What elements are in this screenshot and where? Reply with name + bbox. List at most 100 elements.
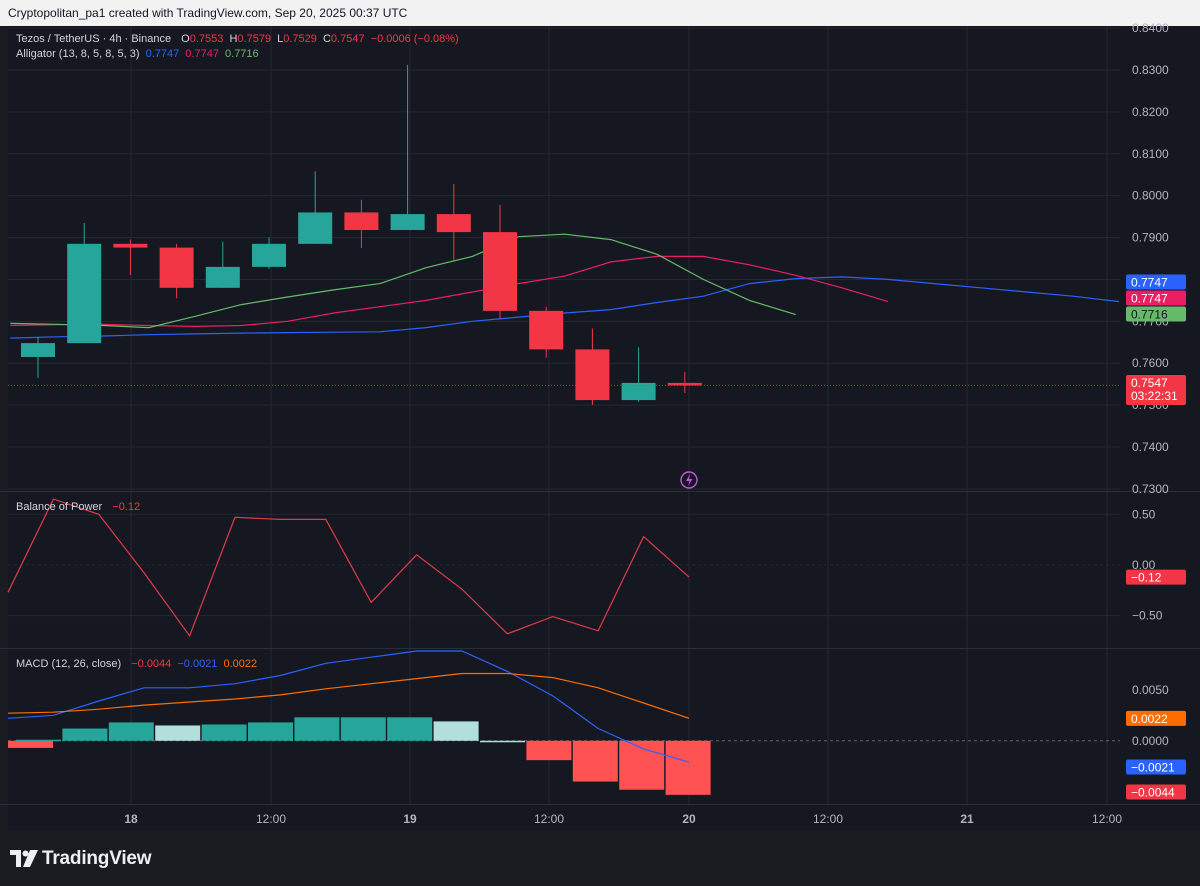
- ohlc-low: L0.7529: [277, 33, 317, 45]
- macd-histogram-bar: [62, 728, 108, 741]
- time-tick-label: 19: [403, 812, 417, 826]
- bop-label: Balance of Power: [16, 501, 103, 513]
- time-tick-label: 12:00: [256, 812, 286, 826]
- candle: [575, 328, 610, 406]
- candle: [67, 222, 102, 344]
- time-tick-label: 12:00: [813, 812, 843, 826]
- bop-tick-label: −0.50: [1132, 609, 1163, 623]
- macd-histogram-bar: [108, 722, 154, 741]
- ohlc-close: C0.7547: [322, 33, 365, 45]
- ohlc-open: O0.7553: [181, 33, 224, 45]
- price-tick-label: 0.8000: [1132, 189, 1169, 203]
- price-tick-label: 0.8400: [1132, 21, 1169, 35]
- candle-body: [205, 266, 240, 288]
- macd-histogram-bar: [248, 722, 293, 741]
- candle: [113, 239, 148, 276]
- macd-histogram-bar: [8, 740, 53, 748]
- price-tick-label: 0.7400: [1132, 440, 1169, 454]
- time-tick-label: 12:00: [534, 812, 564, 826]
- macd-signal-line: [7, 672, 690, 719]
- alligator-line-lips: [10, 233, 796, 329]
- macd-histogram-bar: [340, 717, 386, 741]
- candle-body: [21, 343, 55, 357]
- brand-name: TradingView: [42, 848, 152, 869]
- candle-body: [436, 214, 471, 233]
- bop-value: −0.12: [112, 501, 141, 513]
- candle-body: [529, 310, 564, 350]
- candle-body: [252, 243, 286, 267]
- time-tick-label: 20: [682, 812, 696, 826]
- chart-svg: 0.73000.74000.75000.76000.77000.78000.79…: [0, 21, 1200, 826]
- candle: [529, 306, 564, 358]
- price-tick-label: 0.8300: [1132, 63, 1169, 77]
- tradingview-logo-icon: [10, 850, 38, 867]
- alligator-jaw-value: 0.7747: [145, 48, 180, 60]
- macd-line-value: −0.0021: [177, 658, 218, 670]
- macd-hist-value: −0.0044: [131, 658, 172, 670]
- price-tick-label: 0.8100: [1132, 147, 1169, 161]
- candle-body: [483, 232, 517, 311]
- macd-signal-axis-label-text: 0.0022: [1131, 712, 1168, 726]
- macd-histogram-bar: [480, 740, 525, 743]
- candle: [298, 171, 333, 244]
- macd-histogram-bar: [294, 717, 340, 741]
- bop-tick-label: 0.50: [1132, 507, 1156, 521]
- macd-histogram-bar: [201, 724, 247, 741]
- candle-body: [390, 214, 425, 231]
- alligator-teeth-value: 0.7747: [185, 48, 219, 60]
- last-price-label-text: 0.7547: [1131, 376, 1168, 390]
- price-tick-label: 0.8200: [1132, 105, 1169, 119]
- lips-price-label-text: 0.7716: [1131, 308, 1168, 322]
- price-tick-label: 0.7900: [1132, 231, 1169, 245]
- candle: [390, 64, 425, 231]
- candle-body: [113, 243, 148, 248]
- candle: [621, 347, 656, 402]
- macd-hist-axis-label-text: −0.0044: [1131, 786, 1175, 800]
- alligator-label: Alligator (13, 8, 5, 8, 5, 3): [16, 48, 140, 60]
- macd-histogram-bar: [155, 725, 201, 741]
- macd-histogram-bar: [572, 740, 618, 782]
- macd-histogram-bar: [387, 717, 433, 741]
- macd-histogram-bar: [526, 740, 572, 761]
- alligator-line-teeth: [10, 255, 889, 328]
- candle-body: [667, 382, 702, 386]
- bop-axis-label-text: −0.12: [1131, 571, 1162, 585]
- macd-histogram-bar: [665, 740, 711, 795]
- price-tick-label: 0.7600: [1132, 356, 1169, 370]
- candle-body: [298, 212, 333, 244]
- macd-tick-label: 0.0000: [1132, 734, 1169, 748]
- teeth-price-label-text: 0.7747: [1131, 292, 1168, 306]
- last-price-label-text: 03:22:31: [1131, 389, 1178, 403]
- macd-signal-value: 0.0022: [223, 658, 258, 670]
- symbol-legend: Tezos / TetherUS · 4h · Binance O0.7553 …: [16, 33, 462, 45]
- jaw-price-label-text: 0.7747: [1131, 276, 1168, 290]
- time-tick-label: 21: [960, 812, 974, 826]
- candle-body: [575, 349, 610, 401]
- ohlc-high: H0.7579: [229, 33, 272, 45]
- alligator-legend: Alligator (13, 8, 5, 8, 5, 3) 0.7747 0.7…: [16, 48, 262, 60]
- macd-histogram-bar: [16, 739, 61, 742]
- candle-body: [344, 212, 379, 231]
- time-tick-label: 12:00: [1092, 812, 1122, 826]
- bop-legend: Balance of Power −0.12: [16, 501, 143, 513]
- alligator-lips-value: 0.7716: [225, 48, 259, 60]
- candle: [344, 199, 379, 249]
- macd-histogram-bar: [433, 721, 479, 741]
- candle: [483, 204, 517, 320]
- candle: [21, 336, 55, 378]
- footer: [0, 830, 1200, 886]
- candle: [159, 243, 194, 299]
- candle-body: [67, 243, 102, 344]
- candle-body: [159, 247, 194, 288]
- time-tick-label: 18: [124, 812, 138, 826]
- macd-legend: MACD (12, 26, close) −0.0044 −0.0021 0.0…: [16, 658, 260, 670]
- macd-tick-label: 0.0050: [1132, 683, 1169, 697]
- candle: [252, 237, 286, 269]
- symbol-title: Tezos / TetherUS · 4h · Binance: [16, 33, 172, 45]
- price-change: −0.0006 (−0.08%): [370, 33, 459, 45]
- macd-line-axis-label-text: −0.0021: [1131, 761, 1175, 775]
- candle: [205, 241, 240, 288]
- candle: [667, 372, 702, 393]
- macd-label: MACD (12, 26, close): [16, 658, 122, 670]
- price-tick-label: 0.7300: [1132, 482, 1169, 496]
